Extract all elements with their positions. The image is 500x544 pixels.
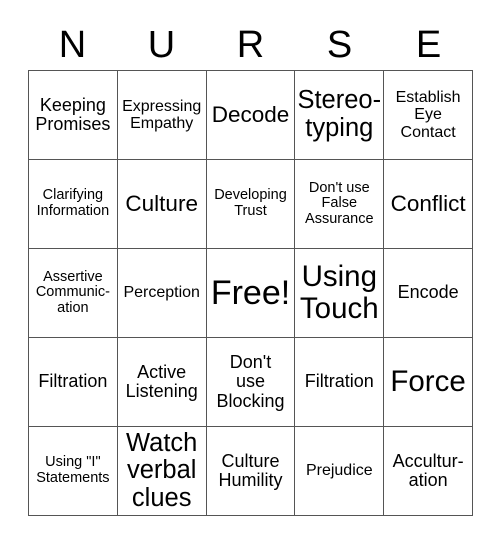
bingo-cell[interactable]: Using Touch <box>295 249 385 338</box>
bingo-cell[interactable]: Active Listening <box>117 338 207 427</box>
bingo-cell-label: Culture Humility <box>218 450 283 490</box>
bingo-cell-label: Establish Eye Contact <box>395 89 461 141</box>
bingo-cell-label: Using Touch <box>299 260 379 325</box>
bingo-cell-label: Culture <box>125 190 198 216</box>
bingo-cell[interactable]: Force <box>384 338 473 427</box>
bingo-cell-label: Encode <box>397 282 459 303</box>
bingo-cell-label: Clarifying Information <box>36 187 110 219</box>
bingo-cell[interactable]: Establish Eye Contact <box>384 71 473 160</box>
bingo-cell[interactable]: Developing Trust <box>206 160 296 249</box>
bingo-cell[interactable]: Don't use False Assurance <box>295 160 385 249</box>
bingo-header-letters: N U R S E <box>28 20 473 70</box>
bingo-cell-label: Using "I" Statements <box>36 454 110 486</box>
bingo-cell-label: Assertive Communic- ation <box>35 268 110 316</box>
bingo-cell[interactable]: Culture Humility <box>206 427 296 516</box>
bingo-cell[interactable]: Decode <box>206 71 296 160</box>
header-letter-r: R <box>236 24 265 66</box>
bingo-cell-label: Keeping Promises <box>35 94 111 134</box>
bingo-cell-label: Free! <box>210 273 291 312</box>
bingo-cell[interactable]: Encode <box>384 249 473 338</box>
header-letter-u: U <box>147 24 176 66</box>
bingo-cell-label: Decode <box>211 101 290 127</box>
bingo-cell[interactable]: Prejudice <box>295 427 385 516</box>
header-letter-s: S <box>326 24 353 66</box>
bingo-cell-label: Stereo- typing <box>297 86 382 142</box>
bingo-cell[interactable]: Using "I" Statements <box>29 427 118 516</box>
header-letter-n: N <box>58 24 87 66</box>
bingo-cell-label: Don't use Blocking <box>216 351 285 411</box>
bingo-grid: Keeping Promises Expressing Empathy Decode… <box>28 70 473 516</box>
bingo-free-space[interactable]: Free! <box>206 249 296 338</box>
bingo-cell-label: Filtration <box>304 371 374 392</box>
bingo-cell-label: Conflict <box>390 190 466 216</box>
bingo-cell-label: Watch verbal clues <box>126 428 198 512</box>
bingo-cell[interactable]: Filtration <box>295 338 385 427</box>
bingo-cell[interactable]: Watch verbal clues <box>117 427 207 516</box>
bingo-cell-label: Filtration <box>38 371 108 392</box>
bingo-card: N U R S E Keeping Promises Expressing Emp… <box>0 0 500 544</box>
bingo-cell-label: Force <box>390 365 466 399</box>
bingo-cell-label: Active Listening <box>125 361 198 401</box>
bingo-cell-label: Don't use False Assurance <box>305 179 374 227</box>
bingo-cell-label: Perception <box>123 284 200 302</box>
bingo-cell[interactable]: Assertive Communic- ation <box>29 249 118 338</box>
bingo-cell[interactable]: Clarifying Information <box>29 160 118 249</box>
bingo-cell-label: Developing Trust <box>214 187 287 219</box>
bingo-cell[interactable]: Culture <box>117 160 207 249</box>
bingo-cell-label: Expressing Empathy <box>122 97 202 132</box>
bingo-cell[interactable]: Conflict <box>384 160 473 249</box>
bingo-cell[interactable]: Expressing Empathy <box>117 71 207 160</box>
bingo-cell[interactable]: Filtration <box>29 338 118 427</box>
bingo-cell[interactable]: Keeping Promises <box>29 71 118 160</box>
bingo-cell[interactable]: Don't use Blocking <box>206 338 296 427</box>
bingo-cell[interactable]: Accultur- ation <box>384 427 473 516</box>
bingo-cell-label: Prejudice <box>305 462 373 480</box>
bingo-cell[interactable]: Stereo- typing <box>295 71 385 160</box>
bingo-cell[interactable]: Perception <box>117 249 207 338</box>
bingo-cell-label: Accultur- ation <box>392 450 464 490</box>
header-letter-e: E <box>415 24 442 66</box>
